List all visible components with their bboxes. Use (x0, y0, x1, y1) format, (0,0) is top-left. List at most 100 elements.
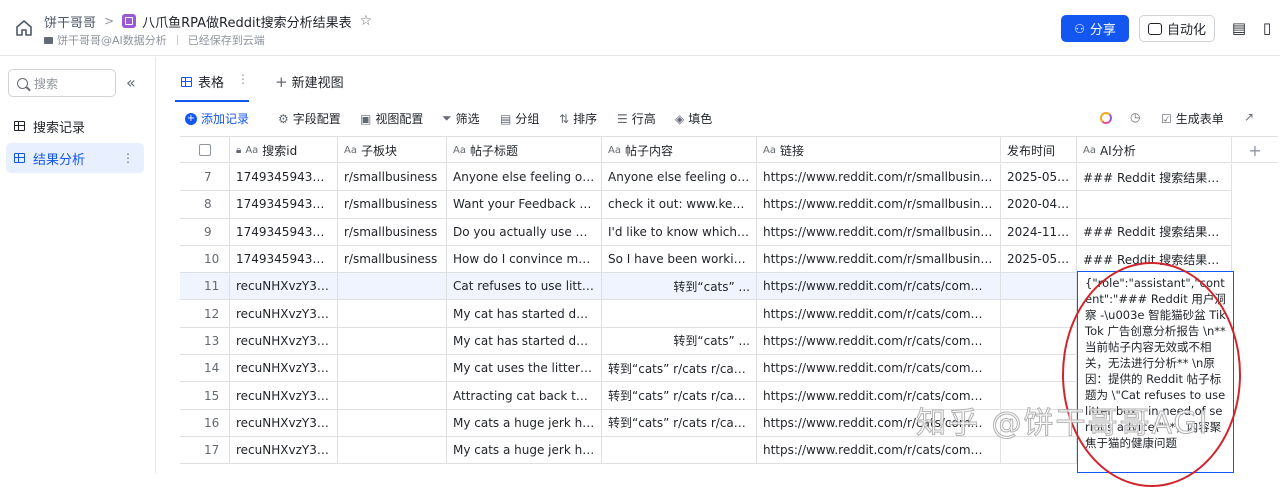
cell-date[interactable] (1001, 436, 1077, 464)
cell-subreddit[interactable]: r/smallbusiness (338, 245, 447, 273)
automation-button[interactable]: 自动化 (1139, 15, 1215, 42)
home-icon[interactable] (14, 18, 34, 38)
cell-ai-analysis[interactable]: ### Reddit 搜索结果商... (1077, 245, 1232, 273)
cell-search-id[interactable]: recuNHXvzY3sz5 (230, 409, 338, 436)
cell-content[interactable]: 转到“cats” r/cats r/cats ... (602, 382, 757, 409)
cell-subreddit[interactable]: r/smallbusiness (338, 218, 447, 245)
cell-search-id[interactable]: recuNHXvzY3sz5 (230, 436, 338, 464)
column-header-title[interactable]: Aa 帖子标题 (447, 137, 602, 163)
cell-content[interactable]: 转到“cats” r/cats r/cats ... (602, 409, 757, 436)
cell-subreddit[interactable]: r/smallbusiness (338, 191, 447, 218)
cell-link[interactable]: https://www.reddit.com/r/cats/comment... (757, 327, 1001, 355)
cell-search-id[interactable]: recuNHXvzY3sz5 (230, 300, 338, 327)
cell-link[interactable]: https://www.reddit.com/r/smallbusiness/.… (757, 164, 1001, 191)
cell-search-id[interactable]: recuNHXvzY3sz5 (230, 382, 338, 409)
cell-date[interactable]: 2020-04-... (1001, 191, 1077, 218)
table-row[interactable]: 8 1749345943597 r/smallbusiness Want your F… (180, 191, 1232, 219)
filter-button[interactable]: ⏷ 筛选 (442, 110, 480, 127)
table-row[interactable]: 16 recuNHXvzY3sz5 My cats a huge jerk how.… (180, 409, 1232, 437)
cell-link[interactable]: https://www.reddit.com/r/smallbusiness/.… (757, 191, 1001, 218)
cell-title[interactable]: My cat has started doin... (447, 300, 602, 327)
cell-link[interactable]: https://www.reddit.com/r/cats/comment... (757, 273, 1001, 300)
doc-title[interactable]: 八爪鱼RPA做Reddit搜索分析结果表 (142, 12, 352, 31)
share-view-button[interactable]: ↗ (1244, 110, 1254, 124)
cell-content[interactable] (602, 436, 757, 464)
cell-title[interactable]: My cat uses the litter bo... (447, 355, 602, 382)
ai-ring-icon[interactable] (1100, 112, 1112, 124)
column-header-date[interactable]: 发布时间 (1001, 137, 1077, 163)
table-row[interactable]: 15 recuNHXvzY3sz5 Attracting cat back to l… (180, 382, 1232, 410)
history-button[interactable]: ◷ (1130, 110, 1140, 124)
more-icon[interactable]: ⋮ (237, 72, 249, 86)
cell-date[interactable]: 2024-11-... (1001, 218, 1077, 245)
cell-content[interactable]: I'd like to know which A... (602, 218, 757, 245)
cell-content[interactable]: 转到“cats” ... (602, 327, 757, 355)
cell-search-id[interactable]: recuNHXvzY3sz5 (230, 273, 338, 300)
breadcrumb-parent[interactable]: 饼干哥哥 (44, 12, 96, 31)
cell-subreddit[interactable] (338, 436, 447, 464)
cell-ai-analysis[interactable]: ### Reddit 搜索结果商... (1077, 218, 1232, 245)
cell-link[interactable]: https://www.reddit.com/r/smallbusiness/.… (757, 218, 1001, 245)
cell-subreddit[interactable] (338, 327, 447, 355)
column-header-link[interactable]: Aa 链接 (757, 137, 1001, 163)
table-row[interactable]: 9 1749345943597 r/smallbusiness Do you actu… (180, 218, 1232, 246)
field-config-button[interactable]: ⚙ 字段配置 (278, 110, 341, 127)
sidebar-search-input[interactable]: 搜索 (8, 69, 116, 97)
cell-title[interactable]: How do I convince my b... (447, 245, 602, 273)
cell-search-id[interactable]: recuNHXvzY3sz5 (230, 327, 338, 355)
cell-date[interactable] (1001, 273, 1077, 300)
cell-subreddit[interactable] (338, 355, 447, 382)
document-icon[interactable]: ▤ (1230, 19, 1248, 37)
cell-title[interactable]: My cats a huge jerk how... (447, 409, 602, 436)
cell-subreddit[interactable]: r/smallbusiness (338, 164, 447, 191)
cell-title[interactable]: Do you actually use AI t... (447, 218, 602, 245)
cell-date[interactable]: 2025-05-... (1001, 245, 1077, 273)
cell-ai-analysis[interactable] (1077, 191, 1232, 218)
add-record-button[interactable]: + 添加记录 (185, 110, 249, 127)
workspace-name[interactable]: 饼干哥哥@AI数据分析 (57, 32, 167, 48)
cell-content[interactable]: 转到“cats” ... (602, 273, 757, 300)
cell-link[interactable]: https://www.reddit.com/r/cats/comment... (757, 409, 1001, 436)
column-header-content[interactable]: Aa 帖子内容 (602, 137, 757, 163)
collapse-sidebar-icon[interactable]: « (126, 73, 136, 92)
bookmark-icon[interactable]: ▯ (1258, 19, 1276, 37)
cell-ai-analysis[interactable]: ### Reddit 搜索结果商... (1077, 164, 1232, 191)
cell-date[interactable] (1001, 327, 1077, 355)
more-icon[interactable]: ⋮ (122, 151, 134, 165)
cell-search-id[interactable]: 1749345943597 (230, 164, 338, 191)
cell-link[interactable]: https://www.reddit.com/r/cats/comment... (757, 300, 1001, 327)
cell-link[interactable]: https://www.reddit.com/r/cats/comment... (757, 355, 1001, 382)
star-icon[interactable]: ☆ (360, 13, 373, 29)
cell-date[interactable] (1001, 355, 1077, 382)
cell-content[interactable]: Anyone else feeling over... (602, 164, 757, 191)
cell-content[interactable] (602, 300, 757, 327)
view-config-button[interactable]: ▣ 视图配置 (360, 110, 423, 127)
column-header-ai-analysis[interactable]: Aa AI分析 (1077, 137, 1232, 163)
cell-date[interactable] (1001, 382, 1077, 409)
tab-table-view[interactable]: 表格 (181, 72, 224, 91)
cell-link[interactable]: https://www.reddit.com/r/cats/comment... (757, 382, 1001, 409)
table-row[interactable]: 10 1749345943597 r/smallbusiness How do I c… (180, 245, 1232, 274)
cell-subreddit[interactable] (338, 409, 447, 436)
column-header-subreddit[interactable]: Aa 子板块 (338, 137, 447, 163)
cell-content[interactable]: check it out: www.keep... (602, 191, 757, 218)
select-all-checkbox[interactable] (180, 137, 230, 163)
column-header-search-id[interactable]: 🔒︎ Aa 搜索id (230, 137, 338, 163)
share-button[interactable]: ⚇ 分享 (1061, 15, 1129, 42)
cell-date[interactable] (1001, 409, 1077, 436)
cell-title[interactable]: My cats a huge jerk how... (447, 436, 602, 464)
fill-color-button[interactable]: ◈ 填色 (675, 110, 712, 127)
cell-title[interactable]: Anyone else feeling over... (447, 164, 602, 191)
table-row[interactable]: 13 recuNHXvzY3sz5 My cat has started doin.… (180, 327, 1232, 356)
cell-subreddit[interactable] (338, 300, 447, 327)
table-row[interactable]: 12 recuNHXvzY3sz5 My cat has started doin.… (180, 300, 1232, 328)
cell-subreddit[interactable] (338, 273, 447, 300)
table-row[interactable]: 11 recuNHXvzY3sz5 Cat refuses to use litte… (180, 273, 1232, 301)
row-height-button[interactable]: ☰ 行高 (617, 110, 656, 127)
cell-content[interactable]: 转到“cats” r/cats r/cats ... (602, 355, 757, 382)
add-column-button[interactable]: + (1232, 137, 1278, 163)
cell-title[interactable]: Want your Feedback - K... (447, 191, 602, 218)
cell-date[interactable]: 2025-05-... (1001, 164, 1077, 191)
cell-search-id[interactable]: 1749345943597 (230, 245, 338, 273)
table-row[interactable]: 7 1749345943597 r/smallbusiness Anyone else… (180, 164, 1232, 192)
